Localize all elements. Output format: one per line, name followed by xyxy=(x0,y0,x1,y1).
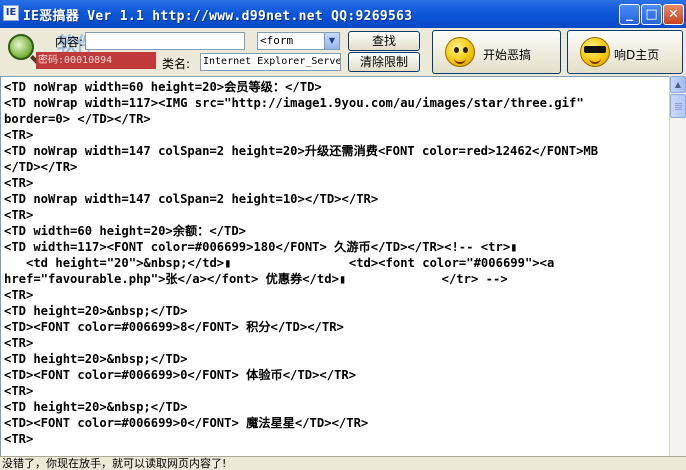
window-title: IE恶搞器 Ver 1.1 http://www.d99net.net QQ:9… xyxy=(23,9,413,24)
source-line: <TD width=117><FONT color=#006699>180</F… xyxy=(4,240,518,254)
source-line: <TR> xyxy=(4,128,34,142)
toolbar: 软件 内容: 密码:00010894 <form ▼ 类名: Internet … xyxy=(0,28,686,76)
source-line: <TR> xyxy=(4,288,34,302)
content-label: 内容: xyxy=(55,35,84,49)
scrollbar-thumb[interactable] xyxy=(670,94,686,118)
scroll-up-arrow-icon[interactable]: ▲ xyxy=(670,76,686,93)
chevron-down-icon[interactable]: ▼ xyxy=(324,33,339,49)
password-label: 密码: xyxy=(38,55,65,66)
vertical-scrollbar[interactable]: ▲ xyxy=(669,76,686,456)
source-line: <TD><FONT color=#006699>0</FONT> 体验币</TD… xyxy=(4,368,357,382)
password-field[interactable]: 密码:00010894 xyxy=(36,52,156,69)
sunglasses-face-icon xyxy=(580,37,610,67)
content-input[interactable] xyxy=(85,32,245,50)
source-line: <td height="20">&nbsp;</td>▮ <td><font c… xyxy=(4,256,555,270)
visit-homepage-label: 响D主页 xyxy=(614,48,660,62)
find-button[interactable]: 查找 xyxy=(348,31,420,51)
start-prank-label: 开始恶搞 xyxy=(483,48,532,62)
class-input[interactable]: Internet Explorer_Server xyxy=(200,53,341,71)
minimize-button[interactable]: _ xyxy=(619,4,640,25)
source-line: <TR> xyxy=(4,176,34,190)
app-icon: IE xyxy=(3,5,19,21)
grinning-face-icon xyxy=(445,37,475,67)
source-line: href="favourable.php">张</a></font> 优惠券</… xyxy=(4,272,508,286)
status-bar: 没错了，你现在放手，就可以读取网页内容了! xyxy=(0,456,686,470)
source-line: <TD noWrap width=147 colSpan=2 height=20… xyxy=(4,144,599,158)
source-line: <TR> xyxy=(4,336,34,350)
start-prank-button[interactable]: 开始恶搞 xyxy=(432,30,561,74)
source-line: <TD height=20>&nbsp;</TD> xyxy=(4,400,188,414)
source-line: </TD></TR> xyxy=(4,160,78,174)
format-select[interactable]: <form ▼ xyxy=(257,32,340,50)
visit-homepage-button[interactable]: 响D主页 xyxy=(567,30,683,74)
source-line: <TR> xyxy=(4,432,34,446)
format-select-value: <form xyxy=(260,34,294,47)
password-value: 00010894 xyxy=(64,55,113,66)
source-line: border=0> </TD></TR> xyxy=(4,112,151,126)
maximize-button[interactable]: □ xyxy=(641,4,662,25)
class-label: 类名: xyxy=(162,57,191,71)
source-line: <TR> xyxy=(4,384,34,398)
source-line: <TD><FONT color=#006699>8</FONT> 积分</TD>… xyxy=(4,320,344,334)
source-line: <TD><FONT color=#006699>0</FONT> 魔法星星</T… xyxy=(4,416,369,430)
source-line: <TD noWrap width=147 colSpan=2 height=10… xyxy=(4,192,379,206)
source-line: <TD noWrap width=60 height=20>会员等级：</TD> xyxy=(4,80,322,94)
source-line: <TD width=60 height=20>余额：</TD> xyxy=(4,224,247,238)
clear-restriction-button[interactable]: 清除限制 xyxy=(348,52,420,72)
source-text-area[interactable]: <TD noWrap width=60 height=20>会员等级：</TD>… xyxy=(0,76,669,456)
close-button[interactable]: ✕ xyxy=(663,4,684,25)
source-line: <TR> xyxy=(4,208,34,222)
status-text: 没错了，你现在放手，就可以读取网页内容了! xyxy=(2,457,227,470)
source-line: <TD height=20>&nbsp;</TD> xyxy=(4,352,188,366)
title-bar: IE IE恶搞器 Ver 1.1 http://www.d99net.net Q… xyxy=(0,0,686,28)
source-line: <TD height=20>&nbsp;</TD> xyxy=(4,304,188,318)
source-line: <TD noWrap width=117><IMG src="http://im… xyxy=(4,96,584,110)
